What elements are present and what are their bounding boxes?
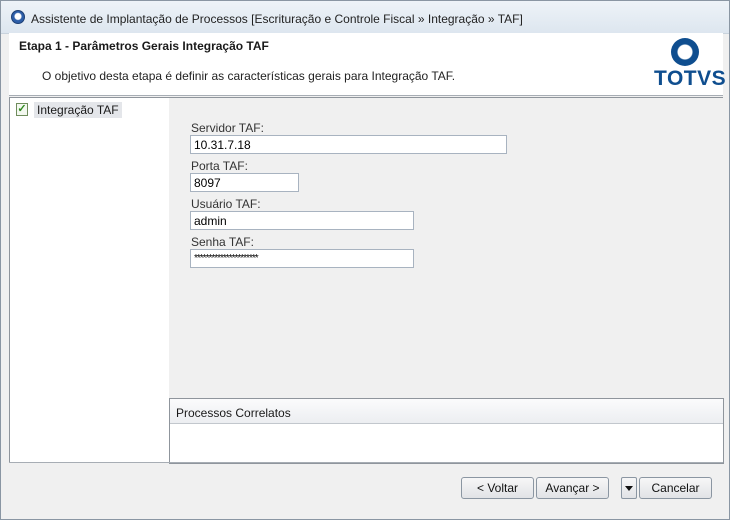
parameters-panel: Servidor TAF: Porta TAF: Usuário TAF: Se… (169, 97, 723, 398)
voltar-button[interactable]: < Voltar (461, 477, 534, 499)
servidor-taf-input[interactable] (190, 135, 507, 154)
chevron-down-icon (625, 486, 633, 491)
porta-taf-label: Porta TAF: (191, 159, 248, 173)
steps-tree: ✓ Integração TAF (9, 97, 170, 463)
step-header: Etapa 1 - Parâmetros Gerais Integração T… (9, 33, 727, 96)
tree-item-label: Integração TAF (34, 102, 122, 118)
app-icon (11, 10, 25, 24)
senha-taf-label: Senha TAF: (191, 235, 254, 249)
window-title: Assistente de Implantação de Processos [… (31, 12, 523, 26)
porta-taf-input[interactable] (190, 173, 299, 192)
senha-taf-input[interactable] (190, 249, 414, 268)
usuario-taf-input[interactable] (190, 211, 414, 230)
wizard-window: Assistente de Implantação de Processos [… (0, 0, 730, 520)
avancar-button[interactable]: Avançar > (536, 477, 609, 499)
checklist-icon: ✓ (16, 103, 28, 116)
processos-correlatos-title: Processos Correlatos (176, 406, 291, 420)
options-dropdown-button[interactable] (621, 477, 637, 499)
cancelar-button[interactable]: Cancelar (639, 477, 712, 499)
usuario-taf-label: Usuário TAF: (191, 197, 261, 211)
title-bar: Assistente de Implantação de Processos [… (1, 1, 729, 34)
footer-divider (9, 462, 723, 463)
step-description: O objetivo desta etapa é definir as cara… (42, 69, 456, 83)
processos-correlatos-panel: Processos Correlatos (169, 398, 724, 464)
totvs-logo-icon (671, 38, 699, 66)
servidor-taf-label: Servidor TAF: (191, 121, 264, 135)
processos-correlatos-header: Processos Correlatos (170, 399, 723, 424)
totvs-logo-text: TOTVS (654, 67, 727, 90)
step-title: Etapa 1 - Parâmetros Gerais Integração T… (19, 39, 269, 53)
